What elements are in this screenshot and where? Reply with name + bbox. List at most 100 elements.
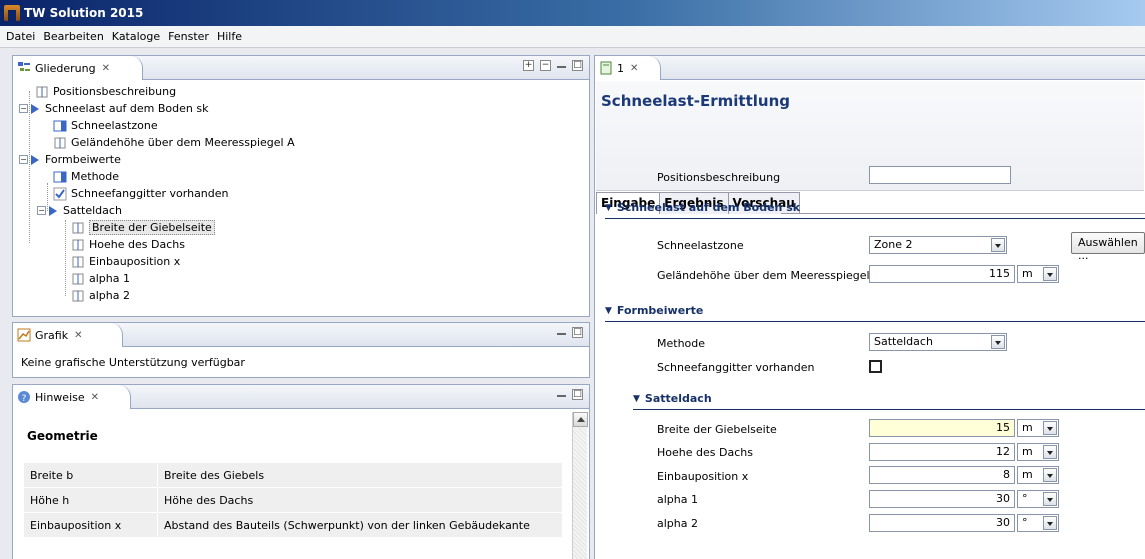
schneelastzone-select[interactable]: Zone 2 — [869, 236, 1007, 254]
methode-select[interactable]: Satteldach — [869, 333, 1007, 351]
maximize-icon[interactable]: □ — [572, 389, 583, 400]
field-icon — [53, 136, 67, 150]
tree-item[interactable]: Methode — [53, 168, 119, 185]
outline-tree: Positionsbeschreibung − Schneelast auf d… — [19, 83, 583, 312]
document-icon — [599, 61, 613, 75]
chevron-down-icon[interactable] — [1043, 421, 1057, 435]
gelaendehoehe-label: Geländehöhe über dem Meeresspiegel A — [657, 269, 881, 282]
expand-caret-icon: ▼ — [605, 202, 612, 213]
menu-fenster[interactable]: Fenster — [164, 30, 213, 43]
gelaendehoehe-input[interactable]: 115 — [869, 265, 1015, 283]
combo-field-icon — [53, 119, 67, 133]
positionsbeschreibung-input[interactable] — [869, 166, 1011, 184]
maximize-icon[interactable]: □ — [572, 60, 583, 71]
close-icon[interactable]: ✕ — [630, 63, 638, 74]
tree-item[interactable]: alpha 2 — [71, 287, 130, 304]
section-schneelast[interactable]: ▼ Schneelast auf dem Boden sk — [605, 201, 800, 214]
tree-item[interactable]: Schneelastzone — [53, 117, 158, 134]
minimize-icon[interactable] — [557, 395, 566, 397]
alpha1-input[interactable]: 30 — [869, 490, 1015, 508]
breite-giebelseite-unit-select[interactable]: m — [1017, 419, 1059, 437]
tree-item-selected[interactable]: Breite der Giebelseite — [71, 219, 215, 236]
checkmark-icon — [53, 187, 67, 201]
tree-item[interactable]: − Satteldach — [37, 202, 122, 219]
einbauposition-input[interactable]: 8 — [869, 466, 1015, 484]
section-formbeiwerte[interactable]: ▼ Formbeiwerte — [605, 304, 703, 317]
menu-datei[interactable]: Datei — [2, 30, 39, 43]
tab-gliederung-label: Gliederung — [35, 61, 96, 75]
close-icon[interactable]: ✕ — [102, 63, 110, 74]
tree-item[interactable]: − Schneelast auf dem Boden sk — [19, 100, 209, 117]
tree-item[interactable]: Geländehöhe über dem Meeresspiegel A — [53, 134, 295, 151]
close-icon[interactable]: ✕ — [74, 330, 82, 341]
alpha2-label: alpha 2 — [657, 517, 698, 530]
table-row: Höhe h Höhe des Dachs — [23, 487, 563, 513]
alpha2-unit-select[interactable]: ° — [1017, 514, 1059, 532]
tab-editor-label: 1 — [617, 61, 624, 75]
collapse-icon[interactable]: − — [19, 104, 28, 113]
tabs-divider — [781, 213, 1145, 214]
field-icon — [71, 289, 85, 303]
collapse-icon[interactable]: − — [19, 155, 28, 164]
einbauposition-label: Einbauposition x — [657, 470, 749, 483]
menu-bar: Datei Bearbeiten Kataloge Fenster Hilfe — [0, 26, 1145, 48]
tab-editor-1[interactable]: 1 ✕ — [595, 56, 661, 80]
chevron-down-icon[interactable] — [1043, 468, 1057, 482]
menu-kataloge[interactable]: Kataloge — [108, 30, 164, 43]
tab-grafik[interactable]: Grafik ✕ — [13, 323, 123, 347]
menu-bearbeiten[interactable]: Bearbeiten — [39, 30, 107, 43]
tab-gliederung[interactable]: Gliederung ✕ — [13, 56, 143, 80]
hints-scrollbar[interactable] — [572, 412, 588, 559]
graphic-message: Keine grafische Unterstützung verfügbar — [21, 356, 245, 369]
outline-window-controls: + − □ — [523, 60, 583, 71]
collapse-all-icon[interactable]: − — [540, 60, 551, 71]
close-icon[interactable]: ✕ — [91, 392, 99, 403]
alpha1-label: alpha 1 — [657, 493, 698, 506]
scroll-up-icon[interactable] — [573, 412, 588, 427]
hoehe-dachs-input[interactable]: 12 — [869, 443, 1015, 461]
maximize-icon[interactable]: □ — [572, 327, 583, 338]
menu-hilfe[interactable]: Hilfe — [213, 30, 246, 43]
tab-hinweise[interactable]: ? Hinweise ✕ — [13, 385, 131, 409]
tree-item[interactable]: − Formbeiwerte — [19, 151, 121, 168]
table-row: Einbauposition x Abstand des Bauteils (S… — [23, 512, 563, 538]
tab-hinweise-label: Hinweise — [35, 390, 85, 404]
hoehe-dachs-unit-select[interactable]: m — [1017, 443, 1059, 461]
chevron-down-icon[interactable] — [1043, 492, 1057, 506]
outline-panel: Gliederung ✕ + − □ Positionsbeschreibung… — [12, 55, 590, 317]
tree-item[interactable]: alpha 1 — [71, 270, 130, 287]
window-title: TW Solution 2015 — [24, 6, 144, 20]
select-zone-button[interactable]: Auswählen ... — [1071, 232, 1145, 262]
expand-all-icon[interactable]: + — [523, 60, 534, 71]
chevron-down-icon[interactable] — [991, 238, 1005, 252]
breite-giebelseite-input[interactable]: 15 — [869, 419, 1015, 437]
chevron-down-icon[interactable] — [1043, 445, 1057, 459]
schneefanggitter-checkbox[interactable] — [869, 360, 882, 373]
gelaendehoehe-unit-select[interactable]: m — [1017, 265, 1059, 283]
tree-item[interactable]: Schneefanggitter vorhanden — [53, 185, 229, 202]
tree-item[interactable]: Hoehe des Dachs — [71, 236, 185, 253]
section-arrow-icon — [31, 154, 39, 165]
outline-tabstrip: Gliederung ✕ + − □ — [13, 56, 589, 80]
hints-tabstrip: ? Hinweise ✕ □ — [13, 385, 589, 409]
hints-window-controls: □ — [557, 389, 583, 400]
section-arrow-icon — [31, 103, 39, 114]
collapse-icon[interactable]: − — [37, 206, 46, 215]
section-arrow-icon — [49, 205, 57, 216]
combo-field-icon — [53, 170, 67, 184]
field-icon — [35, 85, 49, 99]
section-satteldach[interactable]: ▼ Satteldach — [633, 392, 712, 405]
tree-item[interactable]: Positionsbeschreibung — [35, 83, 176, 100]
tree-item[interactable]: Einbauposition x — [71, 253, 180, 270]
chevron-down-icon[interactable] — [1043, 516, 1057, 530]
minimize-icon[interactable] — [557, 333, 566, 335]
editor-tabstrip: 1 ✕ — [595, 56, 1145, 80]
einbauposition-unit-select[interactable]: m — [1017, 466, 1059, 484]
alpha2-input[interactable]: 30 — [869, 514, 1015, 532]
chevron-down-icon[interactable] — [991, 335, 1005, 349]
svg-text:?: ? — [22, 394, 27, 404]
chevron-down-icon[interactable] — [1043, 267, 1057, 281]
minimize-icon[interactable] — [557, 66, 566, 68]
alpha1-unit-select[interactable]: ° — [1017, 490, 1059, 508]
expand-caret-icon: ▼ — [633, 393, 640, 404]
